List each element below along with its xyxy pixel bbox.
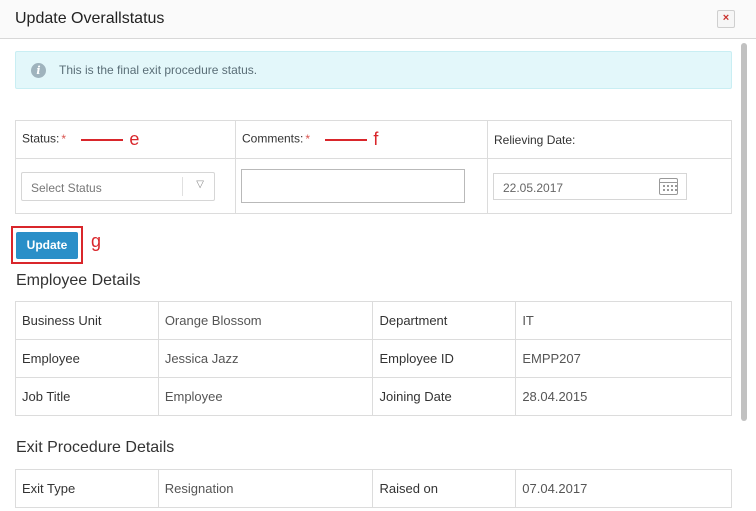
- table-row: Business Unit Orange Blossom Department …: [15, 301, 732, 340]
- dialog-header: Update Overallstatus ×: [0, 0, 756, 39]
- detail-value: Employee: [157, 377, 374, 416]
- relieving-date-label: Relieving Date:: [494, 132, 576, 147]
- employee-details-title: Employee Details: [16, 272, 141, 289]
- comments-input-cell: [235, 158, 488, 214]
- table-row: Exit Type Resignation Raised on 07.04.20…: [15, 469, 732, 508]
- scrollbar-thumb[interactable]: [741, 43, 747, 421]
- detail-key: Joining Date: [372, 377, 517, 416]
- relieving-date-field[interactable]: 22.05.2017: [493, 172, 687, 200]
- update-highlight-box: Update: [11, 226, 83, 264]
- detail-key: Raised on: [372, 469, 517, 508]
- chevron-down-icon[interactable]: ▽: [196, 179, 204, 190]
- detail-value: 28.04.2015: [515, 377, 732, 416]
- table-row: Job Title Employee Joining Date 28.04.20…: [15, 377, 732, 416]
- detail-key: Department: [372, 301, 517, 340]
- calendar-icon[interactable]: [659, 177, 678, 195]
- relieving-input-cell: 22.05.2017: [487, 158, 732, 214]
- annotation-line-e: [81, 138, 124, 141]
- dialog-body: i This is the final exit procedure statu…: [0, 40, 738, 511]
- comments-label: Comments:: [242, 131, 304, 146]
- annotation-line-f: [325, 138, 368, 141]
- annotation-marker-f: f: [373, 129, 379, 149]
- exit-procedure-details-title: Exit Procedure Details: [16, 439, 175, 456]
- info-alert: i This is the final exit procedure statu…: [15, 51, 732, 89]
- status-select-value: Select Status: [31, 180, 102, 195]
- close-icon[interactable]: ×: [717, 10, 735, 28]
- required-mark: *: [61, 131, 67, 146]
- annotation-marker-e: e: [129, 129, 140, 149]
- select-divider: [182, 176, 183, 196]
- status-form: Status: * e Comments: * f Relieving Date: …: [15, 120, 732, 214]
- detail-key: Employee ID: [372, 339, 517, 378]
- status-input-cell: Select Status ▽: [15, 158, 236, 214]
- detail-key: Exit Type: [15, 469, 159, 508]
- status-label-cell: Status: * e: [15, 120, 236, 159]
- alert-message: This is the final exit procedure status.: [59, 63, 258, 77]
- detail-key: Business Unit: [15, 301, 159, 340]
- exit-procedure-details-table: Exit Type Resignation Raised on 07.04.20…: [15, 469, 732, 508]
- comments-input[interactable]: [241, 169, 465, 203]
- update-overallstatus-dialog: Update Overallstatus × i This is the fin…: [0, 0, 756, 511]
- detail-value: 07.04.2017: [515, 469, 732, 508]
- relieving-label-cell: Relieving Date:: [487, 120, 732, 159]
- employee-details-table: Business Unit Orange Blossom Department …: [15, 301, 732, 416]
- detail-value: IT: [515, 301, 732, 340]
- detail-key: Job Title: [15, 377, 159, 416]
- detail-value: Orange Blossom: [157, 301, 374, 340]
- detail-value: Jessica Jazz: [157, 339, 374, 378]
- comments-label-cell: Comments: * f: [235, 120, 488, 159]
- table-row: Employee Jessica Jazz Employee ID EMPP20…: [15, 339, 732, 378]
- status-label: Status:: [22, 131, 60, 146]
- detail-value: EMPP207: [515, 339, 732, 378]
- update-button[interactable]: Update: [16, 232, 78, 259]
- annotation-marker-g: g: [91, 231, 102, 251]
- detail-key: Employee: [15, 339, 159, 378]
- required-mark: *: [305, 131, 311, 146]
- dialog-title: Update Overallstatus: [15, 10, 165, 27]
- detail-value: Resignation: [157, 469, 374, 508]
- info-icon: i: [31, 63, 46, 78]
- relieving-date-value: 22.05.2017: [503, 180, 564, 195]
- status-select[interactable]: Select Status ▽: [21, 171, 215, 201]
